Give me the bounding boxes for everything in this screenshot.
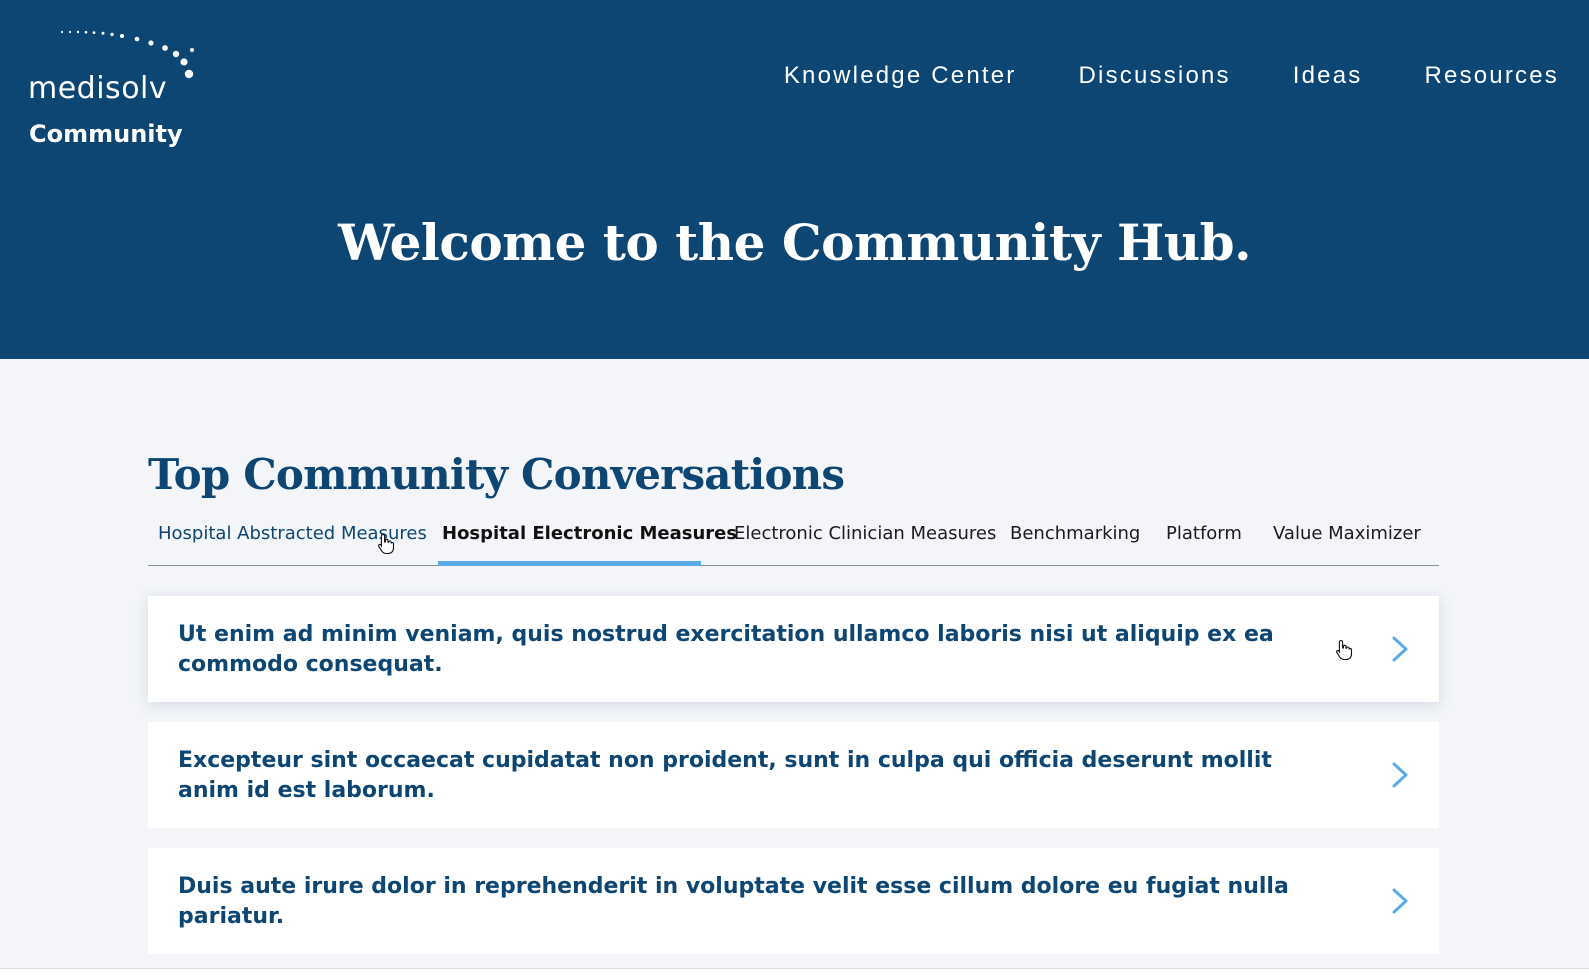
chevron-right-icon[interactable] bbox=[1391, 761, 1409, 789]
tab-benchmarking[interactable]: Benchmarking bbox=[1010, 516, 1140, 565]
nav-knowledge-center[interactable]: Knowledge Center bbox=[784, 62, 1017, 90]
tab-value-maximizer[interactable]: Value Maximizer bbox=[1273, 516, 1421, 565]
tab-hospital-electronic-measures[interactable]: Hospital Electronic Measures bbox=[442, 516, 737, 565]
conversation-card[interactable]: Duis aute irure dolor in reprehenderit i… bbox=[148, 848, 1439, 954]
conversation-card[interactable]: Excepteur sint occaecat cupidatat non pr… bbox=[148, 722, 1439, 828]
conversation-title[interactable]: Duis aute irure dolor in reprehenderit i… bbox=[178, 872, 1338, 932]
hero-title: Welcome to the Community Hub. bbox=[338, 213, 1252, 272]
chevron-right-icon[interactable] bbox=[1391, 635, 1409, 663]
chevron-right-icon[interactable] bbox=[1391, 887, 1409, 915]
nav-discussions[interactable]: Discussions bbox=[1079, 62, 1231, 90]
nav-resources[interactable]: Resources bbox=[1424, 62, 1559, 90]
logo-wordmark: medisolv bbox=[28, 71, 168, 106]
page-footer-edge bbox=[0, 968, 1589, 980]
conversation-title[interactable]: Ut enim ad minim veniam, quis nostrud ex… bbox=[178, 620, 1338, 680]
logo-subtitle: Community bbox=[29, 120, 183, 148]
conversation-title[interactable]: Excepteur sint occaecat cupidatat non pr… bbox=[178, 746, 1338, 806]
section-title: Top Community Conversations bbox=[148, 450, 845, 499]
main-navigation: Knowledge Center Discussions Ideas Resou… bbox=[784, 62, 1559, 90]
conversation-tabs: Hospital Abstracted Measures Hospital El… bbox=[148, 516, 1439, 566]
medisolv-community-logo[interactable]: medisolv Community bbox=[26, 26, 216, 146]
site-header: medisolv Community Knowledge Center Disc… bbox=[0, 0, 1589, 359]
tab-platform[interactable]: Platform bbox=[1166, 516, 1242, 565]
nav-ideas[interactable]: Ideas bbox=[1293, 62, 1363, 90]
tab-hospital-abstracted-measures[interactable]: Hospital Abstracted Measures bbox=[158, 516, 427, 565]
tab-electronic-clinician-measures[interactable]: Electronic Clinician Measures bbox=[734, 516, 996, 565]
conversation-card[interactable]: Ut enim ad minim veniam, quis nostrud ex… bbox=[148, 596, 1439, 702]
active-tab-indicator bbox=[438, 561, 701, 566]
